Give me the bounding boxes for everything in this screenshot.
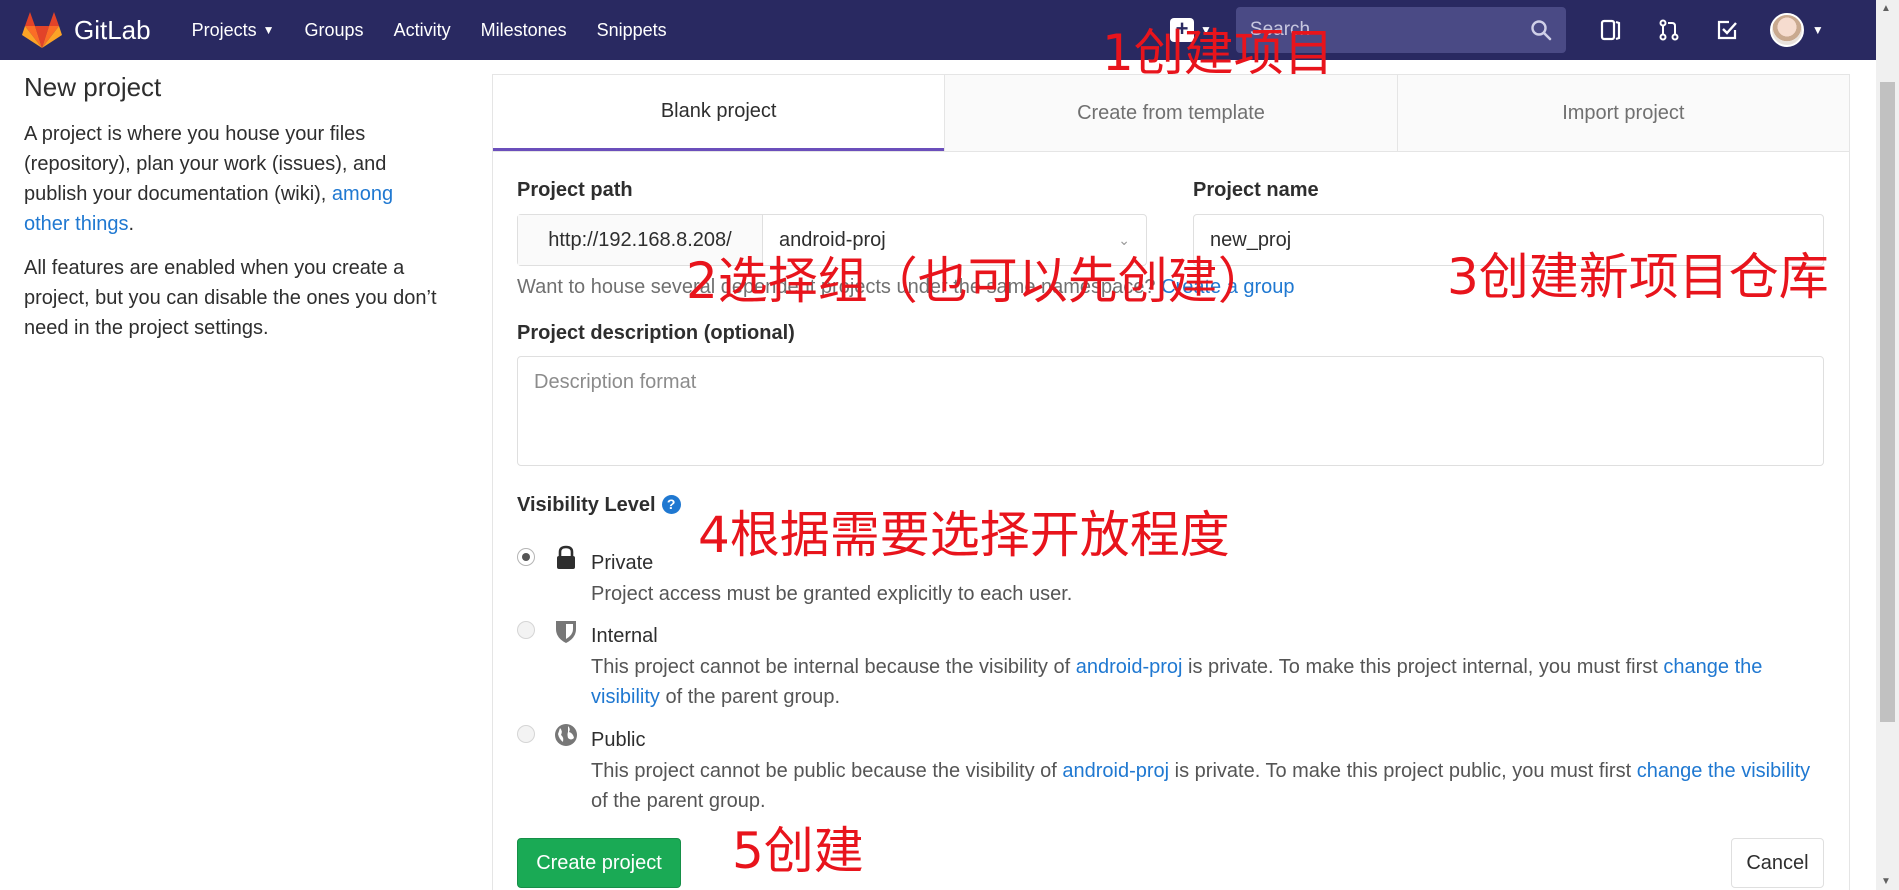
nav-snippets[interactable]: Snippets — [597, 20, 667, 41]
project-name-label: Project name — [1193, 179, 1319, 201]
android-proj-link[interactable]: android-proj — [1062, 760, 1169, 782]
user-menu[interactable]: ▼ — [1769, 13, 1824, 47]
nav-groups[interactable]: Groups — [305, 20, 364, 41]
project-description-label: Project description (optional) — [517, 322, 795, 344]
issues-icon[interactable] — [1598, 17, 1624, 43]
nav-projects[interactable]: Projects ▼ — [192, 20, 275, 41]
internal-desc-part: This project cannot be internal because … — [591, 656, 1076, 678]
page-scrollbar[interactable]: ▲ ▼ — [1876, 0, 1899, 890]
scroll-up-arrow-icon[interactable]: ▲ — [1881, 3, 1891, 14]
visibility-private-radio[interactable] — [517, 548, 535, 566]
project-path-label: Project path — [517, 179, 633, 201]
globe-icon — [555, 724, 577, 746]
scroll-thumb[interactable] — [1880, 82, 1895, 722]
visibility-internal-label: Internal — [591, 625, 658, 647]
visibility-level-label: Visibility Level — [517, 494, 656, 516]
annotation-step-4: 4根据需要选择开放程度 — [698, 506, 1230, 564]
tab-blank-project[interactable]: Blank project — [493, 75, 945, 151]
visibility-level-heading: Visibility Level? — [517, 494, 681, 517]
top-navbar: GitLab Projects ▼ Groups Activity Milesto… — [0, 0, 1876, 60]
features-paragraph: All features are enabled when you create… — [24, 257, 437, 339]
public-desc-part: This project cannot be public because th… — [591, 760, 1063, 782]
shield-icon — [556, 621, 576, 643]
gitlab-logo-text: GitLab — [74, 14, 151, 45]
annotation-step-2: 2选择组（也可以先创建） — [686, 252, 1268, 310]
annotation-step-5: 5创建 — [732, 822, 864, 880]
android-proj-link[interactable]: android-proj — [1076, 656, 1183, 678]
chevron-down-icon: ⌄ — [1118, 231, 1130, 248]
intro-paragraph: A project is where you house your files … — [24, 119, 444, 239]
internal-desc-part: of the parent group. — [659, 686, 841, 708]
tab-create-from-template[interactable]: Create from template — [944, 75, 1397, 151]
nav-milestones[interactable]: Milestones — [481, 20, 567, 41]
public-desc-part: is private. To make this project public,… — [1169, 760, 1637, 782]
namespace-value: android-proj — [779, 228, 886, 251]
search-icon[interactable] — [1530, 19, 1552, 41]
intro-text-end: . — [128, 213, 135, 235]
gitlab-logo[interactable]: GitLab — [22, 11, 151, 49]
annotation-step-3: 3创建新项目仓库 — [1447, 248, 1829, 306]
avatar — [1769, 13, 1804, 47]
visibility-public-radio[interactable] — [517, 725, 535, 743]
visibility-private-description: Project access must be granted explicitl… — [591, 583, 1073, 605]
visibility-private-label: Private — [591, 552, 654, 574]
cancel-button[interactable]: Cancel — [1731, 838, 1824, 888]
visibility-public-label: Public — [591, 729, 646, 751]
page-title: New project — [24, 72, 162, 102]
annotation-step-1: 1创建项目 — [1102, 24, 1334, 82]
scroll-down-arrow-icon[interactable]: ▼ — [1881, 876, 1891, 887]
change-visibility-link[interactable]: change the visibility — [1637, 760, 1810, 782]
chevron-down-icon: ▼ — [1811, 23, 1824, 37]
internal-desc-part: is private. To make this project interna… — [1182, 656, 1664, 678]
nav-projects-label: Projects — [191, 19, 257, 40]
question-icon[interactable]: ? — [661, 495, 681, 514]
tab-import-project[interactable]: Import project — [1396, 75, 1849, 151]
create-project-button[interactable]: Create project — [517, 838, 681, 888]
visibility-internal-radio[interactable] — [517, 621, 535, 639]
visibility-internal-description: This project cannot be internal because … — [591, 652, 1821, 712]
nav-activity[interactable]: Activity — [394, 20, 451, 41]
lock-icon — [557, 545, 575, 569]
chevron-down-icon: ▼ — [262, 23, 275, 37]
project-description-textarea[interactable] — [517, 356, 1824, 466]
gitlab-fox-icon — [22, 12, 62, 48]
visibility-public-description: This project cannot be public because th… — [591, 756, 1821, 816]
todos-icon[interactable] — [1714, 17, 1740, 43]
merge-requests-icon[interactable] — [1656, 17, 1682, 43]
new-project-intro: New project A project is where you house… — [24, 72, 444, 357]
public-desc-part: of the parent group. — [591, 790, 766, 812]
nav-links: Projects ▼ Groups Activity Milestones Sni… — [192, 20, 697, 41]
project-type-tabs: Blank project Create from template Impor… — [492, 74, 1850, 152]
